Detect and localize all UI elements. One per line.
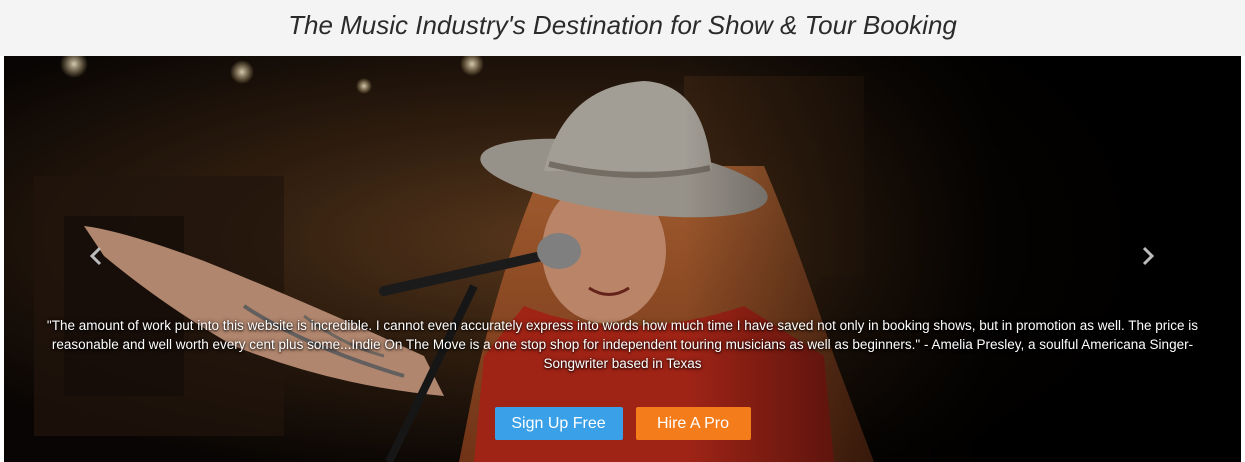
sign-up-free-button[interactable]: Sign Up Free bbox=[494, 407, 623, 440]
page-title: The Music Industry's Destination for Sho… bbox=[288, 9, 957, 40]
hero-carousel: "The amount of work put into this websit… bbox=[4, 56, 1241, 462]
hire-a-pro-button[interactable]: Hire A Pro bbox=[635, 407, 751, 440]
header-bar: The Music Industry's Destination for Sho… bbox=[0, 0, 1245, 56]
carousel-prev-button[interactable] bbox=[76, 234, 116, 278]
carousel-next-button[interactable] bbox=[1128, 234, 1168, 278]
hero-photo bbox=[4, 56, 1241, 462]
chevron-right-icon bbox=[1142, 246, 1155, 266]
testimonial-quote: "The amount of work put into this websit… bbox=[46, 318, 1199, 371]
chevron-left-icon bbox=[89, 246, 102, 266]
cta-row: Sign Up Free Hire A Pro bbox=[4, 407, 1241, 440]
